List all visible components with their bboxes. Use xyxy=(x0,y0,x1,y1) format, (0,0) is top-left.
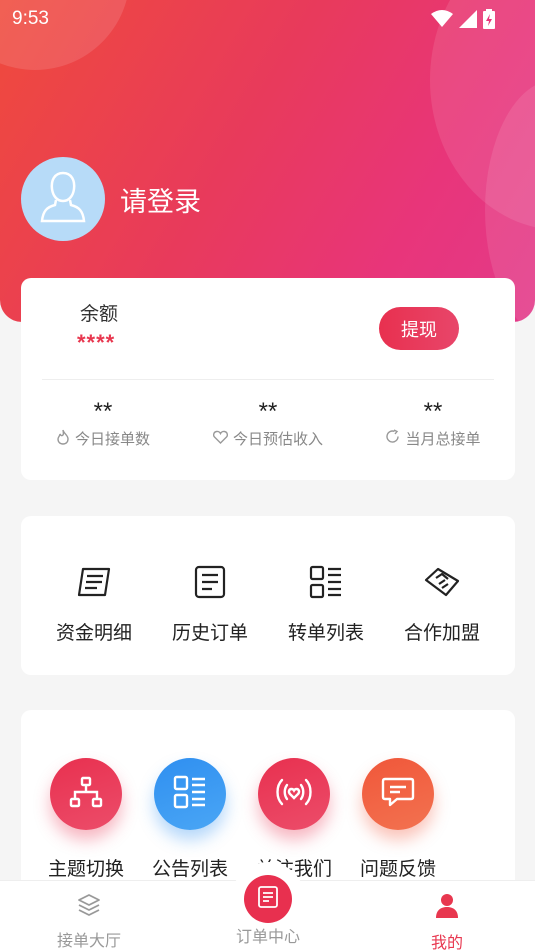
document-icon xyxy=(194,565,226,604)
stat-today-orders: ** 今日接单数 xyxy=(43,396,163,449)
service-label: 问题反馈 xyxy=(359,859,436,880)
withdraw-button[interactable]: 提现 xyxy=(379,307,459,350)
tab-order-center-label[interactable]: 订单中心 xyxy=(218,923,318,947)
status-bar: 9:53 xyxy=(0,0,535,36)
wifi-icon xyxy=(431,10,453,33)
ledger-icon xyxy=(77,567,111,602)
avatar[interactable] xyxy=(21,157,105,241)
tool-label: 转单列表 xyxy=(287,623,364,644)
tool-order-history[interactable]: 历史订单 xyxy=(160,565,260,645)
service-label: 主题切换 xyxy=(47,859,124,880)
hierarchy-icon xyxy=(69,776,103,813)
tab-label: 我的 xyxy=(430,935,463,951)
heart-icon xyxy=(212,430,228,448)
stat-value: ** xyxy=(258,398,278,425)
stat-month-orders: ** 当月总接单 xyxy=(373,396,493,449)
tool-transfer-list[interactable]: 转单列表 xyxy=(276,565,376,645)
tool-label: 历史订单 xyxy=(171,623,248,644)
tab-label: 接单大厅 xyxy=(56,933,121,950)
tool-label: 合作加盟 xyxy=(403,623,480,644)
refresh-icon xyxy=(385,429,400,448)
tool-label: 资金明细 xyxy=(55,623,132,644)
balance-card: 余额 **** 提现 ** 今日接单数 ** 今日预估收入 ** 当月总接单 xyxy=(21,278,515,480)
tools-card: 资金明细 历史订单 转单列表 合作加盟 xyxy=(21,516,515,675)
list-icon xyxy=(309,565,343,604)
user-silhouette-icon xyxy=(39,169,87,230)
divider xyxy=(42,379,494,380)
signal-icon xyxy=(459,10,477,33)
service-follow-us[interactable]: 关注我们 xyxy=(239,758,349,881)
service-announcements[interactable]: 公告列表 xyxy=(135,758,245,881)
tool-partnership[interactable]: 合作加盟 xyxy=(392,566,492,645)
stat-value: ** xyxy=(93,398,113,425)
tab-mine[interactable]: 我的 xyxy=(392,893,502,951)
tool-fund-details[interactable]: 资金明细 xyxy=(44,566,144,645)
chat-icon xyxy=(381,776,415,813)
login-prompt[interactable]: 请登录 xyxy=(120,180,201,219)
stat-value: ** xyxy=(423,398,443,425)
service-label: 公告列表 xyxy=(151,859,228,880)
layers-icon xyxy=(77,894,101,921)
flame-icon xyxy=(56,429,70,449)
document-icon xyxy=(257,885,279,914)
status-time: 9:53 xyxy=(12,8,49,29)
stat-label: 今日预估收入 xyxy=(232,431,323,448)
balance-value: **** xyxy=(77,330,116,355)
handshake-icon xyxy=(424,567,460,602)
tab-order-hall[interactable]: 接单大厅 xyxy=(34,893,144,951)
person-icon xyxy=(435,894,459,923)
balance-label: 余额 xyxy=(80,304,119,325)
list-icon xyxy=(173,775,207,814)
battery-icon xyxy=(483,9,495,34)
service-theme-switch[interactable]: 主题切换 xyxy=(31,758,141,881)
service-feedback[interactable]: 问题反馈 xyxy=(343,758,453,881)
broadcast-heart-icon xyxy=(274,776,314,813)
stat-label: 今日接单数 xyxy=(74,431,150,448)
stat-today-income: ** 今日预估收入 xyxy=(201,396,335,449)
stat-label: 当月总接单 xyxy=(405,431,481,448)
